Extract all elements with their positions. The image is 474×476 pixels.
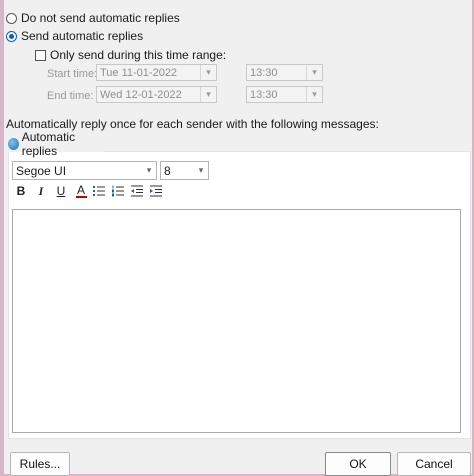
end-date-value: Wed 12-01-2022: [100, 88, 182, 101]
globe-icon: [8, 137, 19, 150]
start-date-value: Tue 11-01-2022: [100, 66, 178, 79]
italic-button[interactable]: I: [32, 182, 50, 200]
decrease-indent-icon: [131, 185, 143, 197]
end-time-label: End time:: [47, 90, 94, 102]
send-auto-reply-label: Send automatic replies: [21, 29, 144, 43]
no-auto-reply-radio[interactable]: [6, 12, 17, 24]
send-auto-reply-radio[interactable]: [6, 30, 17, 42]
increase-indent-icon: [150, 185, 162, 197]
underline-button[interactable]: U: [52, 182, 70, 200]
auto-reply-message-editor[interactable]: [12, 209, 461, 433]
font-name-value: Segoe UI: [16, 163, 67, 178]
start-date-picker[interactable]: Tue 11-01-2022 ▾: [96, 64, 217, 81]
time-range-label: Only send during this time range:: [50, 48, 227, 62]
decrease-indent-button[interactable]: [128, 182, 146, 200]
tab-automatic-replies[interactable]: Automatic replies: [8, 130, 104, 158]
font-size-value: 8: [164, 163, 171, 178]
font-color-icon: A: [76, 182, 85, 197]
cancel-button[interactable]: Cancel: [397, 452, 471, 476]
chevron-down-icon[interactable]: ▾: [306, 65, 322, 80]
no-auto-reply-label: Do not send automatic replies: [21, 11, 180, 25]
chevron-down-icon[interactable]: ▾: [194, 165, 208, 176]
start-time-picker[interactable]: 13:30 ▾: [246, 64, 323, 81]
no-auto-reply-option[interactable]: Do not send automatic replies: [6, 11, 180, 25]
time-range-option[interactable]: Only send during this time range:: [35, 48, 226, 62]
font-color-swatch: [75, 195, 87, 198]
start-time-value: 13:30: [250, 66, 278, 79]
bullets-button[interactable]: [90, 182, 108, 200]
bold-icon: B: [16, 184, 26, 198]
end-date-picker[interactable]: Wed 12-01-2022 ▾: [96, 86, 217, 103]
end-time-value: 13:30: [250, 88, 278, 101]
send-auto-reply-option[interactable]: Send automatic replies: [6, 29, 143, 43]
chevron-down-icon[interactable]: ▾: [200, 87, 216, 102]
end-time-picker[interactable]: 13:30 ▾: [246, 86, 323, 103]
numbering-button[interactable]: [109, 182, 127, 200]
window-border-left: [0, 0, 4, 476]
font-size-select[interactable]: 8 ▾: [160, 161, 209, 180]
font-color-button[interactable]: A: [72, 182, 90, 200]
chevron-down-icon[interactable]: ▾: [200, 65, 216, 80]
start-time-label: Start time:: [47, 68, 98, 80]
underline-icon: U: [56, 184, 66, 198]
time-range-checkbox[interactable]: [35, 49, 46, 61]
tab-label: Automatic replies: [21, 129, 76, 158]
bold-button[interactable]: B: [12, 182, 30, 200]
chevron-down-icon[interactable]: ▾: [142, 165, 156, 176]
numbering-icon: [112, 185, 124, 197]
bullets-icon: [93, 186, 105, 196]
chevron-down-icon[interactable]: ▾: [306, 87, 322, 102]
font-name-select[interactable]: Segoe UI ▾: [12, 161, 157, 180]
increase-indent-button[interactable]: [147, 182, 165, 200]
italic-icon: I: [38, 183, 44, 198]
rules-button[interactable]: Rules...: [10, 452, 70, 476]
ok-button[interactable]: OK: [325, 452, 391, 476]
